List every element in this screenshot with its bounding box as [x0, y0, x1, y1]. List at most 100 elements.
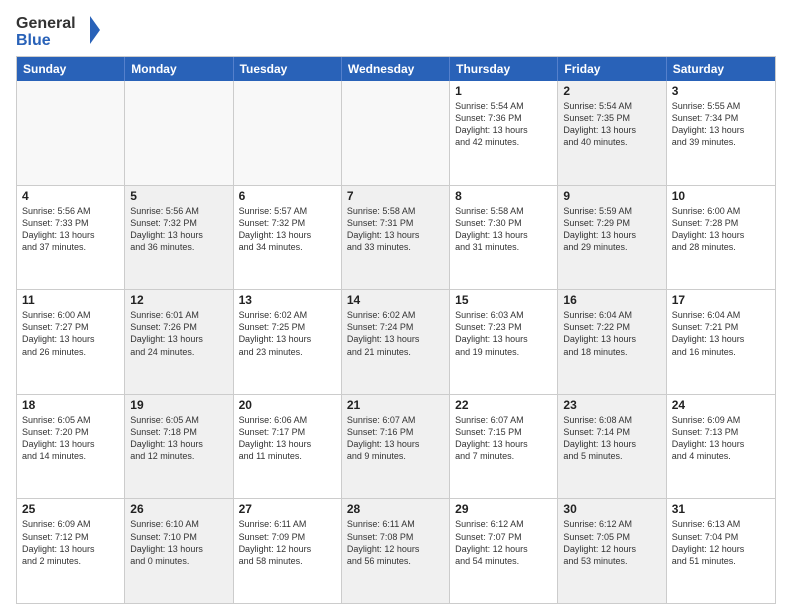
day-number: 4: [22, 189, 119, 203]
day-number: 23: [563, 398, 660, 412]
cell-info: Sunrise: 5:56 AM Sunset: 7:33 PM Dayligh…: [22, 205, 119, 254]
calendar-cell-2-3: 14 Sunrise: 6:02 AM Sunset: 7:24 PM Dayli…: [342, 290, 450, 394]
calendar-row-0: 1 Sunrise: 5:54 AM Sunset: 7:36 PM Daylig…: [17, 81, 775, 185]
day-number: 25: [22, 502, 119, 516]
cell-info: Sunrise: 6:01 AM Sunset: 7:26 PM Dayligh…: [130, 309, 227, 358]
cell-info: Sunrise: 6:00 AM Sunset: 7:27 PM Dayligh…: [22, 309, 119, 358]
calendar-cell-3-0: 18 Sunrise: 6:05 AM Sunset: 7:20 PM Dayli…: [17, 395, 125, 499]
calendar-cell-0-1: [125, 81, 233, 185]
calendar-cell-1-6: 10Sunrise: 6:00 AM Sunset: 7:28 PM Dayli…: [667, 186, 775, 290]
calendar-cell-1-2: 6 Sunrise: 5:57 AM Sunset: 7:32 PM Daylig…: [234, 186, 342, 290]
day-number: 22: [455, 398, 552, 412]
day-number: 14: [347, 293, 444, 307]
cell-info: Sunrise: 5:54 AM Sunset: 7:36 PM Dayligh…: [455, 100, 552, 149]
calendar-row-2: 11 Sunrise: 6:00 AM Sunset: 7:27 PM Dayli…: [17, 289, 775, 394]
calendar-cell-0-2: [234, 81, 342, 185]
day-number: 21: [347, 398, 444, 412]
cell-info: Sunrise: 6:02 AM Sunset: 7:25 PM Dayligh…: [239, 309, 336, 358]
cell-info: Sunrise: 6:05 AM Sunset: 7:20 PM Dayligh…: [22, 414, 119, 463]
day-number: 19: [130, 398, 227, 412]
day-number: 1: [455, 84, 552, 98]
cell-info: Sunrise: 6:04 AM Sunset: 7:21 PM Dayligh…: [672, 309, 770, 358]
cell-info: Sunrise: 6:05 AM Sunset: 7:18 PM Dayligh…: [130, 414, 227, 463]
calendar-cell-4-6: 31 Sunrise: 6:13 AM Sunset: 7:04 PM Dayli…: [667, 499, 775, 603]
cell-info: Sunrise: 5:54 AM Sunset: 7:35 PM Dayligh…: [563, 100, 660, 149]
day-number: 20: [239, 398, 336, 412]
logo-svg: GeneralBlue: [16, 12, 106, 48]
day-number: 12: [130, 293, 227, 307]
cell-info: Sunrise: 6:10 AM Sunset: 7:10 PM Dayligh…: [130, 518, 227, 567]
cell-info: Sunrise: 5:58 AM Sunset: 7:31 PM Dayligh…: [347, 205, 444, 254]
day-number: 28: [347, 502, 444, 516]
day-number: 18: [22, 398, 119, 412]
day-number: 2: [563, 84, 660, 98]
cell-info: Sunrise: 6:08 AM Sunset: 7:14 PM Dayligh…: [563, 414, 660, 463]
calendar-cell-4-2: 27 Sunrise: 6:11 AM Sunset: 7:09 PM Dayli…: [234, 499, 342, 603]
cell-info: Sunrise: 6:07 AM Sunset: 7:15 PM Dayligh…: [455, 414, 552, 463]
calendar-cell-0-6: 3 Sunrise: 5:55 AM Sunset: 7:34 PM Daylig…: [667, 81, 775, 185]
cell-info: Sunrise: 5:57 AM Sunset: 7:32 PM Dayligh…: [239, 205, 336, 254]
day-number: 15: [455, 293, 552, 307]
page: GeneralBlue SundayMondayTuesdayWednesday…: [0, 0, 792, 612]
calendar-header: SundayMondayTuesdayWednesdayThursdayFrid…: [17, 57, 775, 81]
svg-text:Blue: Blue: [16, 32, 51, 48]
day-number: 10: [672, 189, 770, 203]
cell-info: Sunrise: 5:59 AM Sunset: 7:29 PM Dayligh…: [563, 205, 660, 254]
weekday-header-monday: Monday: [125, 57, 233, 81]
calendar-row-4: 25 Sunrise: 6:09 AM Sunset: 7:12 PM Dayli…: [17, 498, 775, 603]
day-number: 7: [347, 189, 444, 203]
weekday-header-saturday: Saturday: [667, 57, 775, 81]
calendar-cell-4-3: 28Sunrise: 6:11 AM Sunset: 7:08 PM Dayli…: [342, 499, 450, 603]
day-number: 5: [130, 189, 227, 203]
calendar: SundayMondayTuesdayWednesdayThursdayFrid…: [16, 56, 776, 604]
calendar-cell-2-1: 12 Sunrise: 6:01 AM Sunset: 7:26 PM Dayli…: [125, 290, 233, 394]
calendar-cell-2-0: 11 Sunrise: 6:00 AM Sunset: 7:27 PM Dayli…: [17, 290, 125, 394]
day-number: 11: [22, 293, 119, 307]
calendar-cell-4-1: 26 Sunrise: 6:10 AM Sunset: 7:10 PM Dayli…: [125, 499, 233, 603]
calendar-cell-2-4: 15Sunrise: 6:03 AM Sunset: 7:23 PM Dayli…: [450, 290, 558, 394]
day-number: 30: [563, 502, 660, 516]
cell-info: Sunrise: 6:09 AM Sunset: 7:12 PM Dayligh…: [22, 518, 119, 567]
calendar-cell-3-6: 24Sunrise: 6:09 AM Sunset: 7:13 PM Dayli…: [667, 395, 775, 499]
day-number: 27: [239, 502, 336, 516]
day-number: 3: [672, 84, 770, 98]
weekday-header-thursday: Thursday: [450, 57, 558, 81]
calendar-cell-3-4: 22 Sunrise: 6:07 AM Sunset: 7:15 PM Dayli…: [450, 395, 558, 499]
cell-info: Sunrise: 5:55 AM Sunset: 7:34 PM Dayligh…: [672, 100, 770, 149]
cell-info: Sunrise: 6:02 AM Sunset: 7:24 PM Dayligh…: [347, 309, 444, 358]
calendar-cell-2-5: 16 Sunrise: 6:04 AM Sunset: 7:22 PM Dayli…: [558, 290, 666, 394]
calendar-cell-1-1: 5 Sunrise: 5:56 AM Sunset: 7:32 PM Daylig…: [125, 186, 233, 290]
calendar-body: 1 Sunrise: 5:54 AM Sunset: 7:36 PM Daylig…: [17, 81, 775, 603]
calendar-row-3: 18 Sunrise: 6:05 AM Sunset: 7:20 PM Dayli…: [17, 394, 775, 499]
cell-info: Sunrise: 5:58 AM Sunset: 7:30 PM Dayligh…: [455, 205, 552, 254]
calendar-cell-1-4: 8 Sunrise: 5:58 AM Sunset: 7:30 PM Daylig…: [450, 186, 558, 290]
cell-info: Sunrise: 6:09 AM Sunset: 7:13 PM Dayligh…: [672, 414, 770, 463]
day-number: 13: [239, 293, 336, 307]
cell-info: Sunrise: 5:56 AM Sunset: 7:32 PM Dayligh…: [130, 205, 227, 254]
cell-info: Sunrise: 6:11 AM Sunset: 7:09 PM Dayligh…: [239, 518, 336, 567]
calendar-cell-4-0: 25 Sunrise: 6:09 AM Sunset: 7:12 PM Dayli…: [17, 499, 125, 603]
header: GeneralBlue: [16, 12, 776, 48]
day-number: 31: [672, 502, 770, 516]
calendar-cell-3-1: 19 Sunrise: 6:05 AM Sunset: 7:18 PM Dayli…: [125, 395, 233, 499]
weekday-header-wednesday: Wednesday: [342, 57, 450, 81]
day-number: 6: [239, 189, 336, 203]
calendar-cell-3-3: 21 Sunrise: 6:07 AM Sunset: 7:16 PM Dayli…: [342, 395, 450, 499]
cell-info: Sunrise: 6:07 AM Sunset: 7:16 PM Dayligh…: [347, 414, 444, 463]
calendar-cell-3-5: 23 Sunrise: 6:08 AM Sunset: 7:14 PM Dayli…: [558, 395, 666, 499]
cell-info: Sunrise: 6:04 AM Sunset: 7:22 PM Dayligh…: [563, 309, 660, 358]
calendar-cell-2-2: 13 Sunrise: 6:02 AM Sunset: 7:25 PM Dayli…: [234, 290, 342, 394]
calendar-cell-0-5: 2 Sunrise: 5:54 AM Sunset: 7:35 PM Daylig…: [558, 81, 666, 185]
weekday-header-sunday: Sunday: [17, 57, 125, 81]
day-number: 26: [130, 502, 227, 516]
calendar-cell-0-3: [342, 81, 450, 185]
weekday-header-tuesday: Tuesday: [234, 57, 342, 81]
day-number: 16: [563, 293, 660, 307]
calendar-cell-1-5: 9Sunrise: 5:59 AM Sunset: 7:29 PM Daylig…: [558, 186, 666, 290]
calendar-cell-3-2: 20Sunrise: 6:06 AM Sunset: 7:17 PM Dayli…: [234, 395, 342, 499]
cell-info: Sunrise: 6:13 AM Sunset: 7:04 PM Dayligh…: [672, 518, 770, 567]
svg-text:General: General: [16, 15, 76, 32]
day-number: 8: [455, 189, 552, 203]
cell-info: Sunrise: 6:12 AM Sunset: 7:07 PM Dayligh…: [455, 518, 552, 567]
calendar-cell-0-4: 1 Sunrise: 5:54 AM Sunset: 7:36 PM Daylig…: [450, 81, 558, 185]
